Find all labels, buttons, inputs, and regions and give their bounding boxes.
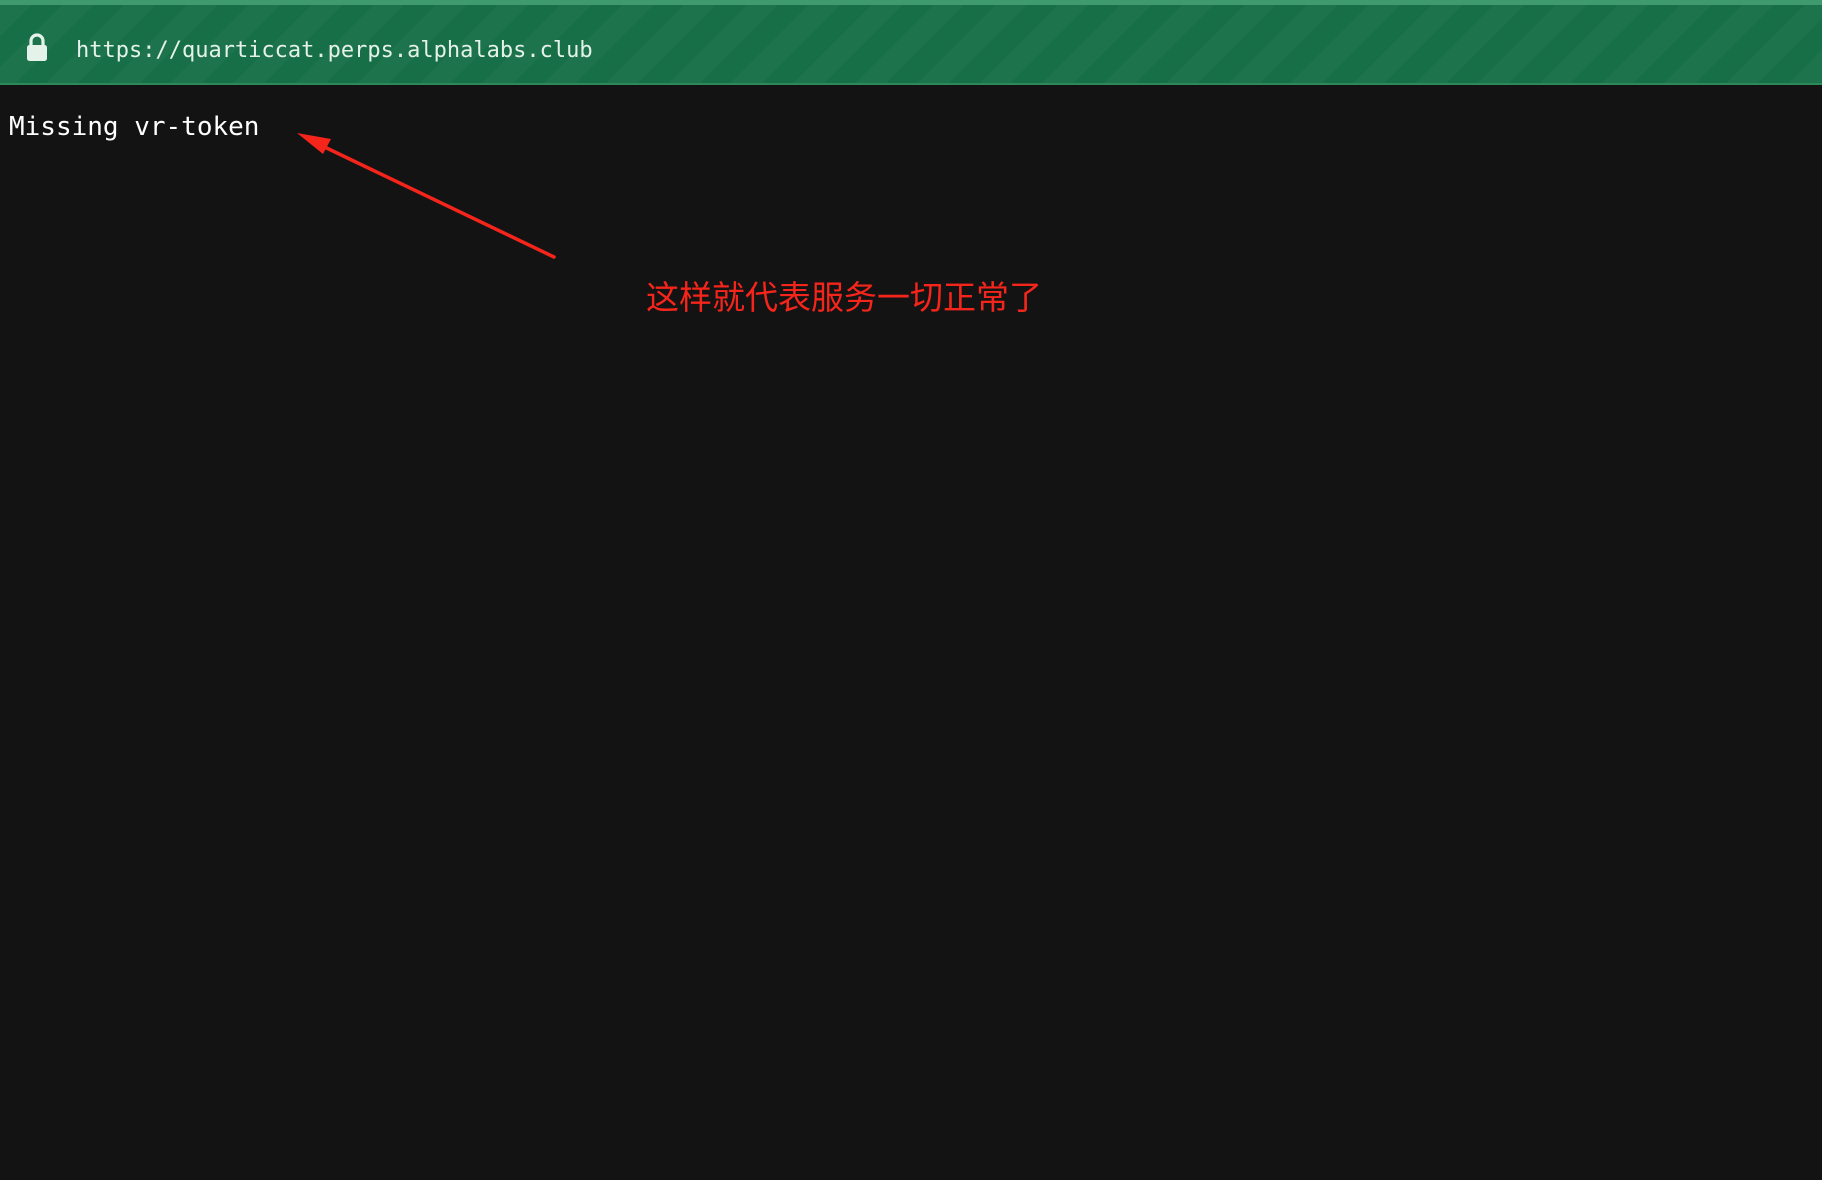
lock-icon[interactable]	[26, 32, 48, 62]
page-content: Missing vr-token	[0, 85, 1822, 1180]
error-message: Missing vr-token	[9, 112, 260, 142]
annotation-text: 这样就代表服务一切正常了	[646, 278, 1042, 317]
browser-window: https://quarticcat.perps.alphalabs.club …	[0, 0, 1822, 1180]
url-text[interactable]: https://quarticcat.perps.alphalabs.club	[76, 38, 593, 64]
address-bar[interactable]: https://quarticcat.perps.alphalabs.club	[0, 0, 1822, 85]
